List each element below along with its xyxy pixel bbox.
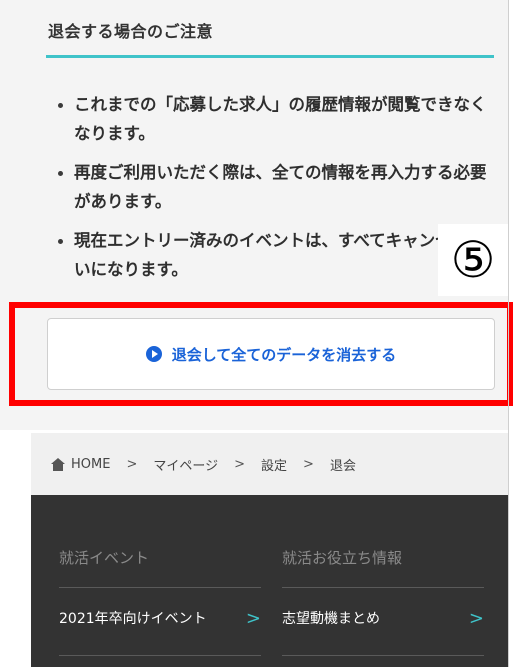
footer-heading: 就活お役立ち情報 — [282, 549, 403, 567]
notice-item: 現在エントリー済みのイベントは、すべてキャンセル扱いになります。 — [58, 226, 498, 284]
page-edge-divider — [508, 0, 509, 667]
footer-divider — [282, 587, 484, 588]
annotation-marker: ⑤ — [438, 224, 508, 296]
breadcrumb-withdraw: 退会 — [329, 458, 356, 474]
footer-link-motivation[interactable]: 志望動機まとめ > — [282, 607, 484, 629]
notice-item: これまでの「応募した求人」の履歴情報が閲覧できなくなります。 — [58, 90, 498, 148]
footer-link-label: 志望動機まとめ — [282, 611, 380, 627]
footer-heading: 就活イベント — [59, 549, 150, 567]
breadcrumb-separator-icon: > — [303, 456, 314, 472]
title-underline — [46, 55, 494, 58]
footer-divider — [59, 655, 261, 656]
breadcrumb: HOME > マイページ > 設定 > 退会 — [31, 433, 508, 495]
chevron-right-icon: > — [468, 607, 484, 629]
breadcrumb-mypage[interactable]: マイページ — [153, 455, 218, 474]
breadcrumb-home[interactable]: HOME — [71, 457, 110, 472]
footer-divider — [59, 587, 261, 588]
breadcrumb-separator-icon: > — [126, 456, 138, 472]
footer-link-label: 2021年卒向けイベント — [59, 611, 207, 627]
footer-divider — [282, 655, 484, 656]
section-title: 退会する場合のご注意 — [48, 22, 214, 41]
home-icon — [51, 457, 65, 471]
annotation-highlight-box — [9, 302, 513, 406]
footer: 就活イベント 2021年卒向けイベント > 就活お役立ち情報 志望動機まとめ > — [31, 495, 508, 667]
notice-item: 再度ご利用いただく際は、全ての情報を再入力する必要があります。 — [58, 158, 498, 216]
withdrawal-notice-section: 退会する場合のご注意 これまでの「応募した求人」の履歴情報が閲覧できなくなります… — [0, 0, 513, 430]
page: 退会する場合のご注意 これまでの「応募した求人」の履歴情報が閲覧できなくなります… — [0, 0, 520, 667]
chevron-right-icon: > — [245, 607, 261, 629]
notice-list: これまでの「応募した求人」の履歴情報が閲覧できなくなります。 再度ご利用いただく… — [58, 90, 498, 294]
breadcrumb-settings[interactable]: 設定 — [261, 455, 287, 474]
breadcrumb-separator-icon: > — [234, 456, 246, 472]
footer-link-2021-events[interactable]: 2021年卒向けイベント > — [59, 607, 261, 629]
